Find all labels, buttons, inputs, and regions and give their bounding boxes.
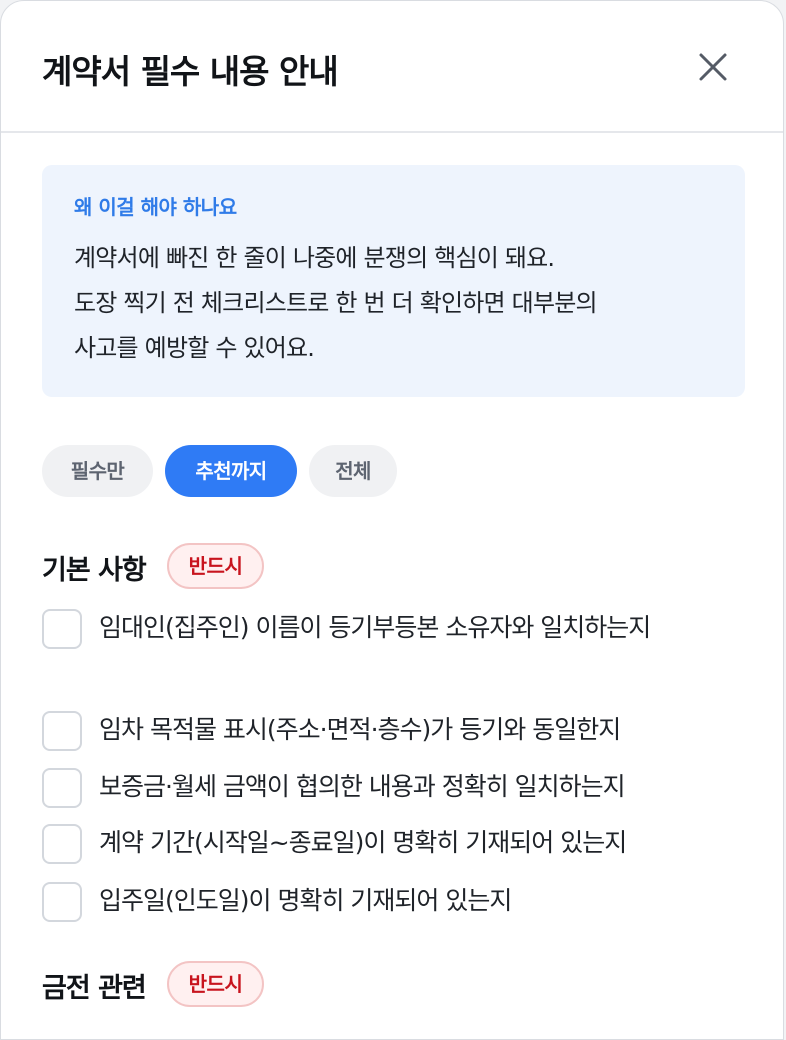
- checkbox[interactable]: [42, 609, 82, 649]
- required-badge: 반드시: [167, 543, 264, 589]
- info-heading: 왜 이걸 해야 하나요: [74, 195, 237, 219]
- checklist-item-label: 보증금·월세 금액이 협의한 내용과 정확히 일치하는지: [99, 772, 626, 801]
- info-body: 계약서에 빠진 한 줄이 나중에 분쟁의 핵심이 돼요. 도장 찍기 전 체크리…: [74, 236, 713, 371]
- filter-chip-all[interactable]: 전체: [309, 445, 397, 497]
- info-line: 계약서에 빠진 한 줄이 나중에 분쟁의 핵심이 돼요.: [74, 244, 555, 272]
- checkbox[interactable]: [42, 711, 82, 751]
- info-line: 사고를 예방할 수 있어요.: [74, 334, 315, 362]
- checklist-dialog: 계약서 필수 내용 안내 왜 이걸 해야 하나요 계약서에 빠진 한 줄이 나중…: [0, 0, 784, 1040]
- filter-chip-required[interactable]: 필수만: [42, 445, 153, 497]
- checklist-item-label: 계약 기간(시작일~종료일)이 명확히 기재되어 있는지: [99, 828, 627, 857]
- dialog-header: 계약서 필수 내용 안내: [1, 1, 783, 133]
- section-title: 금전 관련: [42, 973, 147, 1004]
- checklist-item-label: 임대인(집주인) 이름이 등기부등본 소유자와 일치하는지: [99, 613, 651, 642]
- filter-chip-recommended[interactable]: 추천까지: [165, 445, 297, 497]
- checkbox[interactable]: [42, 768, 82, 808]
- close-icon: [699, 53, 727, 81]
- required-badge: 반드시: [167, 961, 264, 1007]
- section-title: 기본 사항: [42, 555, 147, 586]
- info-line: 도장 찍기 전 체크리스트로 한 번 더 확인하면 대부분의: [74, 289, 598, 317]
- checklist-item-label: 임차 목적물 표시(주소·면적·층수)가 등기와 동일한지: [99, 715, 621, 744]
- info-callout: 왜 이걸 해야 하나요 계약서에 빠진 한 줄이 나중에 분쟁의 핵심이 돼요.…: [42, 165, 745, 397]
- close-button[interactable]: [691, 45, 735, 89]
- checkbox[interactable]: [42, 824, 82, 864]
- checkbox[interactable]: [42, 882, 82, 922]
- dialog-title: 계약서 필수 내용 안내: [42, 52, 339, 91]
- checklist-item-label: 입주일(인도일)이 명확히 기재되어 있는지: [99, 886, 512, 915]
